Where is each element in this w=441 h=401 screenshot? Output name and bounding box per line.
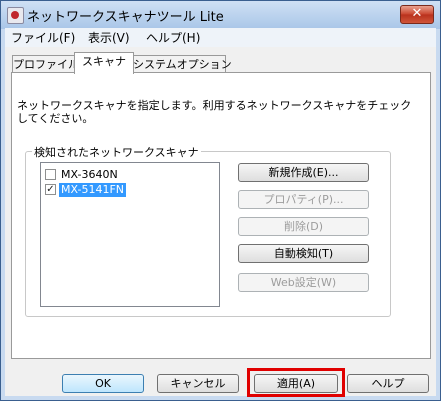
delete-button[interactable]: 削除(D): [238, 217, 369, 236]
properties-button[interactable]: プロパティ(P)...: [238, 190, 369, 209]
menu-help[interactable]: ヘルプ(H): [146, 29, 200, 46]
app-window: ネットワークスキャナツール Lite ✕ ファイル(F) 表示(V) ヘルプ(H…: [0, 0, 441, 401]
autodetect-button[interactable]: 自動検知(T): [238, 244, 369, 263]
help-button[interactable]: ヘルプ: [347, 374, 429, 393]
menu-view[interactable]: 表示(V): [88, 29, 130, 46]
app-icon: [7, 7, 24, 24]
scanner-checkbox[interactable]: [45, 169, 56, 180]
ok-button[interactable]: OK: [62, 374, 144, 393]
web-settings-button[interactable]: Web設定(W): [238, 273, 369, 292]
detected-scanners-group: 検知されたネットワークスキャナ MX-3640N ✓ MX-5141FN 新規作…: [25, 144, 391, 317]
scanner-list[interactable]: MX-3640N ✓ MX-5141FN: [40, 162, 220, 307]
menu-file[interactable]: ファイル(F): [11, 29, 75, 46]
menu-bar: ファイル(F) 表示(V) ヘルプ(H): [5, 28, 436, 47]
apply-highlight-box: [247, 368, 345, 397]
close-button[interactable]: ✕: [400, 5, 434, 24]
tab-scanner[interactable]: スキャナ: [74, 52, 134, 74]
new-button[interactable]: 新規作成(E)...: [238, 163, 369, 182]
description-text: ネットワークスキャナを指定します。利用するネットワークスキャナをチェックしてくだ…: [17, 99, 412, 125]
cancel-button[interactable]: キャンセル: [157, 374, 239, 393]
scanner-name: MX-5141FN: [59, 183, 126, 197]
dialog-client-area: プロファイル スキャナ システムオプション ネットワークスキャナを指定します。利…: [5, 47, 436, 397]
window-title: ネットワークスキャナツール Lite: [27, 10, 224, 25]
group-label: 検知されたネットワークスキャナ: [32, 144, 201, 160]
title-bar[interactable]: ネットワークスキャナツール Lite ✕: [1, 1, 440, 28]
scanner-checkbox[interactable]: ✓: [45, 184, 56, 195]
scanner-name: MX-3640N: [61, 168, 118, 181]
